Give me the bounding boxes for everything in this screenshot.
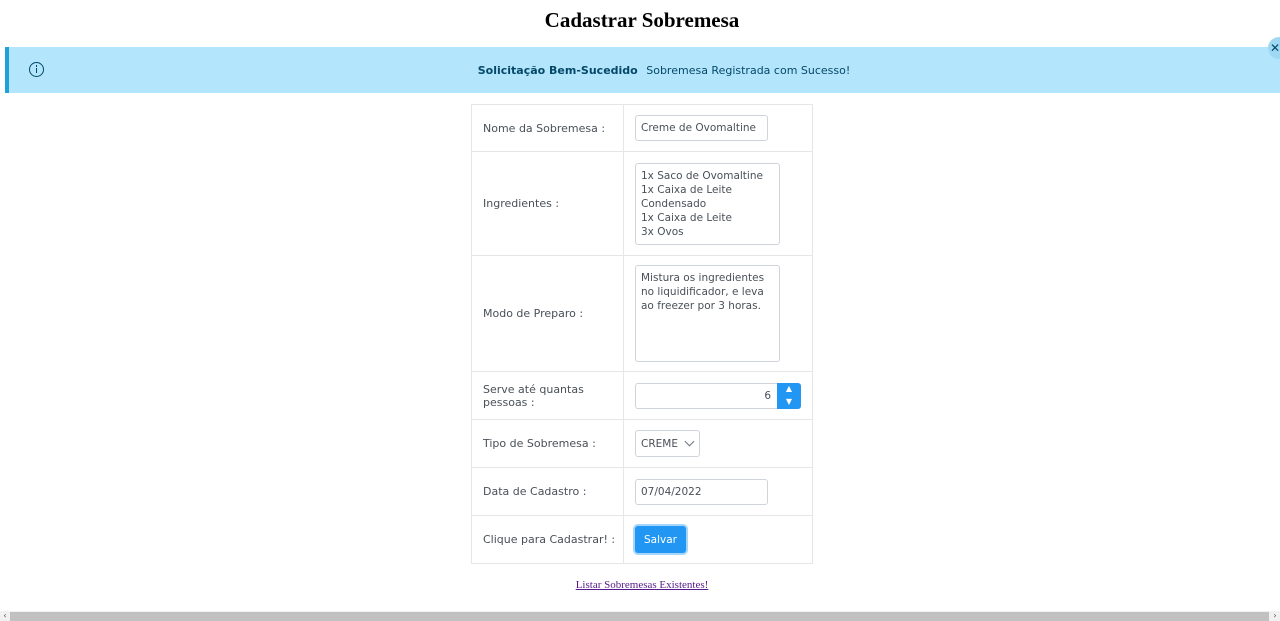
cadastrar-label: Clique para Cadastrar! : <box>471 515 624 564</box>
pessoas-spinner: ▲ ▼ <box>635 382 812 409</box>
tipo-label: Tipo de Sobremesa : <box>471 419 624 468</box>
ingredientes-label: Ingredientes : <box>471 151 624 256</box>
nome-label: Nome da Sobremesa : <box>471 104 624 152</box>
alert-summary: Solicitação Bem-Sucedido <box>477 64 638 77</box>
chevron-down-icon <box>684 436 694 447</box>
alert-text: Solicitação Bem-Sucedido Sobremesa Regis… <box>9 64 1280 77</box>
scroll-left-icon[interactable]: ‹ <box>0 611 10 621</box>
tipo-selected: CREME <box>641 437 678 450</box>
chevron-down-icon[interactable]: ▼ <box>777 396 801 409</box>
list-desserts-link[interactable]: Listar Sobremesas Existentes! <box>0 579 1280 591</box>
scroll-right-icon[interactable]: › <box>1270 611 1280 621</box>
form-row-ingredientes: Ingredientes : 1x Saco de Ovomaltine 1x … <box>471 151 813 256</box>
data-input[interactable] <box>635 478 768 505</box>
form-row-data: Data de Cadastro : <box>471 467 813 516</box>
pessoas-label: Serve até quantas pessoas : <box>471 371 624 420</box>
form-row-preparo: Modo de Preparo : Mistura os ingrediente… <box>471 255 813 372</box>
spinner-buttons: ▲ ▼ <box>777 382 801 409</box>
chevron-up-icon[interactable]: ▲ <box>777 383 801 396</box>
ingredientes-textarea[interactable]: 1x Saco de Ovomaltine 1x Caixa de Leite … <box>635 162 780 245</box>
form-row-pessoas: Serve até quantas pessoas : ▲ ▼ <box>471 371 813 420</box>
page-title: Cadastrar Sobremesa <box>544 8 740 32</box>
scrollbar-thumb[interactable] <box>10 612 1269 621</box>
form-row-nome: Nome da Sobremesa : <box>471 104 813 152</box>
form-row-cadastrar: Clique para Cadastrar! : Salvar <box>471 515 813 564</box>
success-message: Solicitação Bem-Sucedido Sobremesa Regis… <box>5 47 1280 93</box>
nome-input[interactable] <box>635 115 768 141</box>
data-label: Data de Cadastro : <box>471 467 624 516</box>
dessert-form: Nome da Sobremesa : Ingredientes : 1x Sa… <box>471 104 813 564</box>
dropdown-trigger[interactable] <box>679 436 699 447</box>
pessoas-input[interactable] <box>635 382 777 409</box>
alert-detail: Sobremesa Registrada com Sucesso! <box>646 64 851 77</box>
save-button[interactable]: Salvar <box>635 526 686 553</box>
preparo-textarea[interactable]: Mistura os ingredientes no liquidificado… <box>635 265 780 362</box>
form-row-tipo: Tipo de Sobremesa : CREME <box>471 419 813 468</box>
tipo-dropdown[interactable]: CREME <box>635 430 700 457</box>
preparo-label: Modo de Preparo : <box>471 255 624 372</box>
horizontal-scrollbar[interactable]: ‹ › <box>0 611 1280 621</box>
